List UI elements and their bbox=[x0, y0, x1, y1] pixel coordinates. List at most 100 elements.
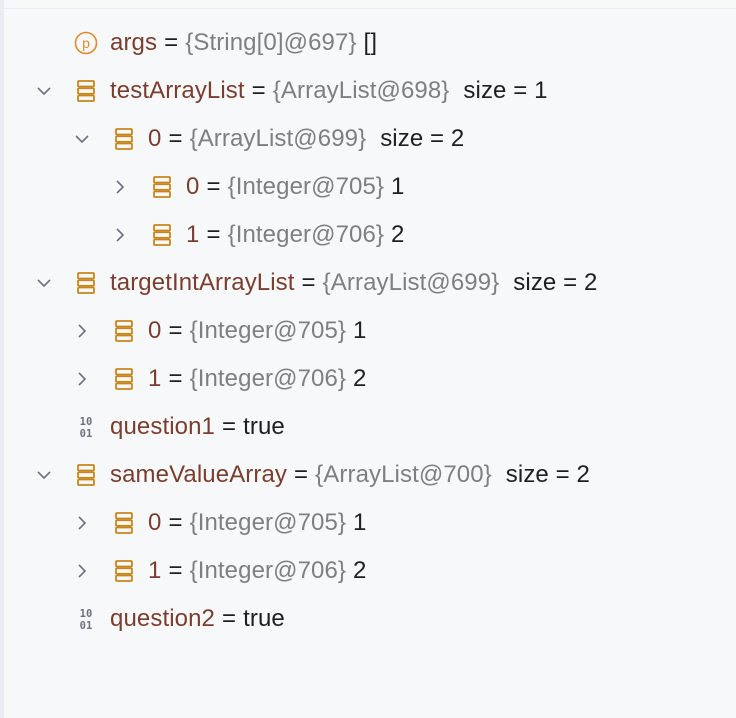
equals-sign: = bbox=[206, 173, 221, 200]
equals-sign: = bbox=[294, 461, 309, 488]
variable-text: 0 = {ArrayList@699} size = 2 bbox=[148, 115, 464, 163]
variable-value: size = 2 bbox=[513, 269, 598, 296]
variable-text: 1 = {Integer@706} 2 bbox=[148, 547, 367, 595]
variable-row-question1[interactable]: 10 01 question1 = true bbox=[4, 403, 734, 451]
variable-row-element[interactable]: 0 = {Integer@705} 1 bbox=[4, 307, 734, 355]
variable-name: 0 bbox=[148, 125, 162, 152]
variable-value: 1 bbox=[353, 317, 367, 344]
chevron-down-icon[interactable] bbox=[34, 465, 54, 485]
variables-panel: p args = {String[0]@697}[] testArrayList ={… bbox=[0, 0, 736, 718]
variable-text: question2 = true bbox=[110, 595, 285, 643]
equals-sign: = bbox=[164, 29, 179, 56]
variable-value: [] bbox=[363, 29, 378, 56]
equals-sign: = bbox=[168, 317, 183, 344]
chevron-right-icon[interactable] bbox=[110, 177, 130, 197]
svg-text:p: p bbox=[82, 35, 90, 51]
list-icon bbox=[74, 463, 98, 487]
equals-sign: = bbox=[168, 365, 183, 392]
variable-name: targetIntArrayList bbox=[110, 269, 295, 296]
list-icon bbox=[112, 127, 136, 151]
variable-row-element[interactable]: 1 = {Integer@706} 2 bbox=[4, 211, 734, 259]
variable-value: 2 bbox=[353, 557, 367, 584]
variable-reference: {Integer@706} bbox=[227, 221, 385, 248]
variable-reference: {ArrayList@698} bbox=[272, 77, 450, 104]
variable-text: 0 = {Integer@705} 1 bbox=[186, 163, 405, 211]
variable-text: sameValueArray = {ArrayList@700} size = 2 bbox=[110, 451, 590, 499]
variable-reference: {ArrayList@700} bbox=[315, 461, 492, 488]
variable-name: 0 bbox=[148, 317, 162, 344]
variable-value: 2 bbox=[353, 365, 367, 392]
variable-text: args = {String[0]@697}[] bbox=[110, 19, 377, 67]
chevron-down-icon[interactable] bbox=[34, 273, 54, 293]
variable-reference: {ArrayList@699} bbox=[322, 269, 500, 296]
chevron-right-icon[interactable] bbox=[72, 369, 92, 389]
chevron-right-icon[interactable] bbox=[110, 225, 130, 245]
chevron-down-icon[interactable] bbox=[34, 81, 54, 101]
variable-text: targetIntArrayList = {ArrayList@699} size =… bbox=[110, 259, 597, 307]
variable-text: 1 = {Integer@706} 2 bbox=[186, 211, 405, 259]
variable-reference: {String[0]@697} bbox=[185, 29, 357, 56]
variable-value: 1 bbox=[391, 173, 405, 200]
equals-sign: = bbox=[251, 77, 266, 104]
variable-text: question1 = true bbox=[110, 403, 285, 451]
variable-name: 1 bbox=[148, 557, 162, 584]
chevron-right-icon[interactable] bbox=[72, 561, 92, 581]
variable-name: 0 bbox=[186, 173, 200, 200]
variable-row-element[interactable]: 0 = {Integer@705} 1 bbox=[4, 499, 734, 547]
variable-row-question2[interactable]: 10 01 question2 = true bbox=[4, 595, 734, 643]
variable-name: 1 bbox=[186, 221, 200, 248]
variable-reference: {Integer@705} bbox=[189, 317, 347, 344]
variable-name: sameValueArray bbox=[110, 461, 288, 488]
variable-row-targetIntArrayList[interactable]: targetIntArrayList = {ArrayList@699} size =… bbox=[4, 259, 734, 307]
equals-sign: = bbox=[301, 269, 316, 296]
equals-sign: = bbox=[168, 125, 183, 152]
equals-sign: = bbox=[222, 413, 237, 440]
variable-reference: {Integer@706} bbox=[189, 557, 347, 584]
variable-name: testArrayList bbox=[110, 77, 245, 104]
variable-name: question2 bbox=[110, 605, 215, 632]
variable-name: 0 bbox=[148, 509, 162, 536]
variable-value: size = 1 bbox=[463, 77, 548, 104]
svg-text:10: 10 bbox=[80, 608, 93, 620]
list-icon bbox=[150, 175, 174, 199]
variable-value: size = 2 bbox=[505, 461, 590, 488]
variable-row-element[interactable]: 1 = {Integer@706} 2 bbox=[4, 355, 734, 403]
chevron-right-icon[interactable] bbox=[72, 513, 92, 533]
chevron-right-icon[interactable] bbox=[72, 321, 92, 341]
param-icon: p bbox=[74, 31, 98, 55]
variable-row-element[interactable]: 0 = {Integer@705} 1 bbox=[4, 163, 734, 211]
variable-row-testArrayList[interactable]: testArrayList = {ArrayList@698} size = 1 bbox=[4, 67, 734, 115]
list-icon bbox=[112, 367, 136, 391]
equals-sign: = bbox=[168, 509, 183, 536]
equals-sign: = bbox=[222, 605, 237, 632]
equals-sign: = bbox=[206, 221, 221, 248]
variable-value: true bbox=[243, 605, 285, 632]
variable-value: 1 bbox=[353, 509, 367, 536]
variable-text: 1 = {Integer@706} 2 bbox=[148, 355, 367, 403]
equals-sign: = bbox=[168, 557, 183, 584]
chevron-down-icon[interactable] bbox=[72, 129, 92, 149]
variable-row-element[interactable]: 0 = {ArrayList@699} size = 2 bbox=[4, 115, 734, 163]
variable-row-element[interactable]: 1 = {Integer@706} 2 bbox=[4, 547, 734, 595]
variable-value: size = 2 bbox=[380, 125, 465, 152]
svg-text:10: 10 bbox=[80, 416, 93, 428]
variable-name: args bbox=[110, 29, 158, 56]
list-icon bbox=[112, 511, 136, 535]
variable-name: 1 bbox=[148, 365, 162, 392]
binary-icon: 10 01 bbox=[74, 415, 98, 439]
variable-row-args[interactable]: p args = {String[0]@697}[] bbox=[4, 19, 734, 67]
variable-reference: {Integer@705} bbox=[227, 173, 385, 200]
variable-text: 0 = {Integer@705} 1 bbox=[148, 499, 367, 547]
svg-text:01: 01 bbox=[80, 428, 93, 439]
variable-reference: {Integer@706} bbox=[189, 365, 347, 392]
svg-text:01: 01 bbox=[80, 620, 93, 631]
panel-top-divider bbox=[4, 8, 736, 9]
variable-row-sameValueArray[interactable]: sameValueArray = {ArrayList@700} size = 2 bbox=[4, 451, 734, 499]
variable-text: testArrayList = {ArrayList@698} size = 1 bbox=[110, 67, 548, 115]
variable-text: 0 = {Integer@705} 1 bbox=[148, 307, 367, 355]
list-icon bbox=[74, 271, 98, 295]
list-icon bbox=[112, 319, 136, 343]
variable-reference: {ArrayList@699} bbox=[189, 125, 367, 152]
list-icon bbox=[112, 559, 136, 583]
list-icon bbox=[150, 223, 174, 247]
